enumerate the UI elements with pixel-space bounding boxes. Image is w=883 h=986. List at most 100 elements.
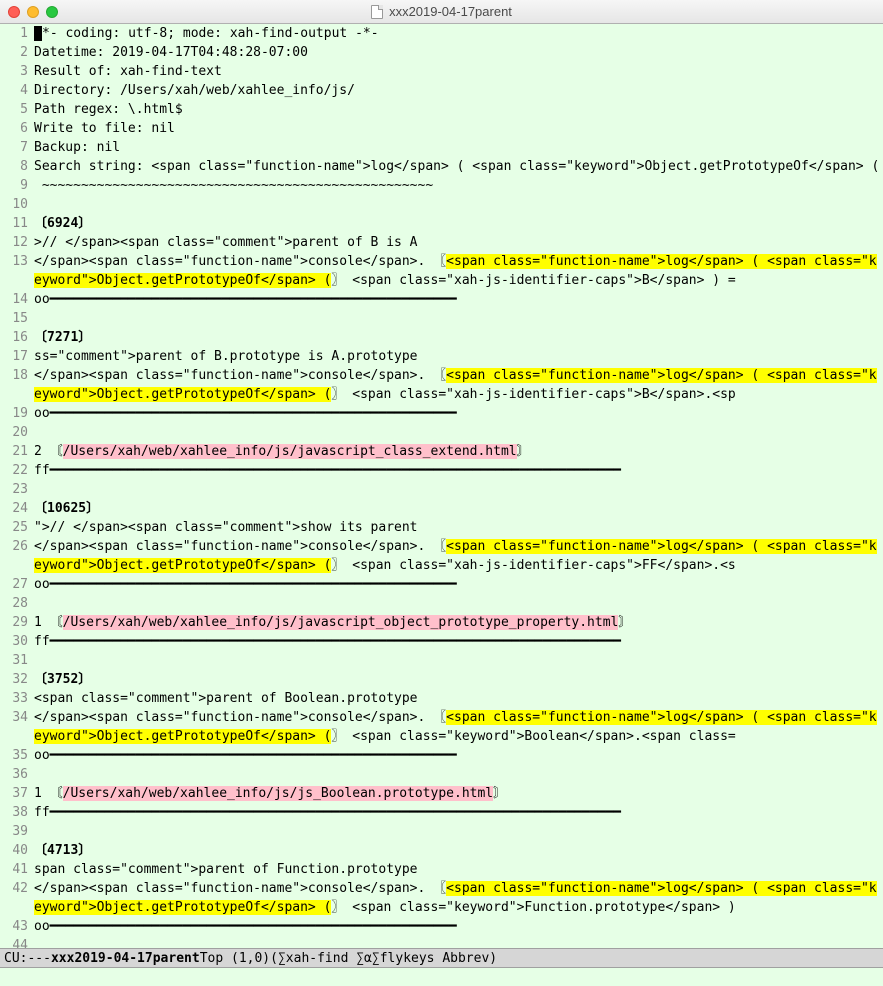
editor-line[interactable]: 9 ~~~~~~~~~~~~~~~~~~~~~~~~~~~~~~~~~~~~~~… — [0, 176, 883, 195]
line-content[interactable] — [34, 936, 883, 948]
line-content[interactable] — [34, 822, 883, 841]
editor-line[interactable]: 35oo━━━━━━━━━━━━━━━━━━━━━━━━━━━━━━━━━━━━… — [0, 746, 883, 765]
line-content[interactable]: 〔7271〕 — [34, 328, 883, 347]
editor-area[interactable]: 1*- coding: utf-8; mode: xah-find-output… — [0, 24, 883, 948]
mode-line[interactable]: CU:--- xxx2019-04-17parent Top (1,0) (∑x… — [0, 948, 883, 968]
minimize-icon[interactable] — [27, 6, 39, 18]
line-content[interactable]: 1 〘/Users/xah/web/xahlee_info/js/js_Bool… — [34, 784, 883, 803]
editor-line[interactable]: 10 — [0, 195, 883, 214]
editor-line[interactable]: 4Directory: /Users/xah/web/xahlee_info/j… — [0, 81, 883, 100]
line-content[interactable]: oo━━━━━━━━━━━━━━━━━━━━━━━━━━━━━━━━━━━━━━… — [34, 575, 883, 594]
line-content[interactable]: 〔10625〕 — [34, 499, 883, 518]
line-content[interactable]: </span><span class="function-name">conso… — [34, 537, 883, 575]
line-content[interactable] — [34, 195, 883, 214]
editor-line[interactable]: 27oo━━━━━━━━━━━━━━━━━━━━━━━━━━━━━━━━━━━━… — [0, 575, 883, 594]
editor-line[interactable]: 24〔10625〕 — [0, 499, 883, 518]
line-content[interactable]: 〔6924〕 — [34, 214, 883, 233]
line-content[interactable]: *- coding: utf-8; mode: xah-find-output … — [34, 24, 883, 43]
line-content[interactable] — [34, 651, 883, 670]
editor-line[interactable]: 26</span><span class="function-name">con… — [0, 537, 883, 575]
editor-line[interactable]: 40〔4713〕 — [0, 841, 883, 860]
editor-line[interactable]: 291 〘/Users/xah/web/xahlee_info/js/javas… — [0, 613, 883, 632]
line-content[interactable]: 〔4713〕 — [34, 841, 883, 860]
line-content[interactable]: 1 〘/Users/xah/web/xahlee_info/js/javascr… — [34, 613, 883, 632]
editor-line[interactable]: 20 — [0, 423, 883, 442]
editor-line[interactable]: 5Path regex: \.html$ — [0, 100, 883, 119]
editor-line[interactable]: 42</span><span class="function-name">con… — [0, 879, 883, 917]
editor-line[interactable]: 16〔7271〕 — [0, 328, 883, 347]
line-content[interactable]: oo━━━━━━━━━━━━━━━━━━━━━━━━━━━━━━━━━━━━━━… — [34, 404, 883, 423]
file-path[interactable]: /Users/xah/web/xahlee_info/js/javascript… — [63, 615, 619, 630]
line-content[interactable]: oo━━━━━━━━━━━━━━━━━━━━━━━━━━━━━━━━━━━━━━… — [34, 746, 883, 765]
line-number: 24 — [0, 499, 34, 518]
line-content[interactable]: Search string: <span class="function-nam… — [34, 157, 883, 176]
editor-line[interactable]: 32〔3752〕 — [0, 670, 883, 689]
editor-line[interactable]: 1*- coding: utf-8; mode: xah-find-output… — [0, 24, 883, 43]
editor-line[interactable]: 41span class="comment">parent of Functio… — [0, 860, 883, 879]
editor-line[interactable]: 43oo━━━━━━━━━━━━━━━━━━━━━━━━━━━━━━━━━━━━… — [0, 917, 883, 936]
editor-line[interactable]: 22ff━━━━━━━━━━━━━━━━━━━━━━━━━━━━━━━━━━━━… — [0, 461, 883, 480]
line-content[interactable]: </span><span class="function-name">conso… — [34, 366, 883, 404]
editor-line[interactable]: 14oo━━━━━━━━━━━━━━━━━━━━━━━━━━━━━━━━━━━━… — [0, 290, 883, 309]
editor-line[interactable]: 28 — [0, 594, 883, 613]
editor-line[interactable]: 6Write to file: nil — [0, 119, 883, 138]
editor-line[interactable]: 12>// </span><span class="comment">paren… — [0, 233, 883, 252]
line-content[interactable]: </span><span class="function-name">conso… — [34, 879, 883, 917]
line-content[interactable]: </span><span class="function-name">conso… — [34, 708, 883, 746]
line-content[interactable]: ff━━━━━━━━━━━━━━━━━━━━━━━━━━━━━━━━━━━━━━… — [34, 803, 883, 822]
line-content[interactable]: 〔3752〕 — [34, 670, 883, 689]
editor-line[interactable]: 17ss="comment">parent of B.prototype is … — [0, 347, 883, 366]
line-content[interactable]: span class="comment">parent of Function.… — [34, 860, 883, 879]
editor-line[interactable]: 44 — [0, 936, 883, 948]
line-content[interactable]: Write to file: nil — [34, 119, 883, 138]
line-content[interactable]: Datetime: 2019-04-17T04:48:28-07:00 — [34, 43, 883, 62]
line-number: 19 — [0, 404, 34, 423]
editor-line[interactable]: 38ff━━━━━━━━━━━━━━━━━━━━━━━━━━━━━━━━━━━━… — [0, 803, 883, 822]
line-content[interactable] — [34, 594, 883, 613]
editor-line[interactable]: 8Search string: <span class="function-na… — [0, 157, 883, 176]
editor-line[interactable]: 30ff━━━━━━━━━━━━━━━━━━━━━━━━━━━━━━━━━━━━… — [0, 632, 883, 651]
file-path[interactable]: /Users/xah/web/xahlee_info/js/js_Boolean… — [63, 786, 493, 801]
editor-line[interactable]: 19oo━━━━━━━━━━━━━━━━━━━━━━━━━━━━━━━━━━━━… — [0, 404, 883, 423]
line-content[interactable]: Backup: nil — [34, 138, 883, 157]
editor-line[interactable]: 39 — [0, 822, 883, 841]
line-content[interactable]: ~~~~~~~~~~~~~~~~~~~~~~~~~~~~~~~~~~~~~~~~… — [34, 176, 883, 195]
editor-line[interactable]: 18</span><span class="function-name">con… — [0, 366, 883, 404]
minibuffer[interactable] — [0, 968, 883, 986]
line-content[interactable]: oo━━━━━━━━━━━━━━━━━━━━━━━━━━━━━━━━━━━━━━… — [34, 290, 883, 309]
editor-line[interactable]: 3Result of: xah-find-text — [0, 62, 883, 81]
line-content[interactable]: ss="comment">parent of B.prototype is A.… — [34, 347, 883, 366]
line-content[interactable] — [34, 309, 883, 328]
line-content[interactable] — [34, 423, 883, 442]
zoom-icon[interactable] — [46, 6, 58, 18]
line-content[interactable]: </span><span class="function-name">conso… — [34, 252, 883, 290]
line-content[interactable]: >// </span><span class="comment">parent … — [34, 233, 883, 252]
line-content[interactable]: 2 〘/Users/xah/web/xahlee_info/js/javascr… — [34, 442, 883, 461]
editor-line[interactable]: 34</span><span class="function-name">con… — [0, 708, 883, 746]
editor-line[interactable]: 371 〘/Users/xah/web/xahlee_info/js/js_Bo… — [0, 784, 883, 803]
editor-line[interactable]: 7Backup: nil — [0, 138, 883, 157]
editor-line[interactable]: 13</span><span class="function-name">con… — [0, 252, 883, 290]
line-content[interactable] — [34, 480, 883, 499]
editor-line[interactable]: 25">// </span><span class="comment">show… — [0, 518, 883, 537]
text: *- coding: utf-8; mode: xah-find-output … — [42, 26, 379, 41]
editor-line[interactable]: 23 — [0, 480, 883, 499]
line-content[interactable]: ff━━━━━━━━━━━━━━━━━━━━━━━━━━━━━━━━━━━━━━… — [34, 461, 883, 480]
editor-line[interactable]: 15 — [0, 309, 883, 328]
editor-line[interactable]: 31 — [0, 651, 883, 670]
line-content[interactable]: Result of: xah-find-text — [34, 62, 883, 81]
line-content[interactable]: Path regex: \.html$ — [34, 100, 883, 119]
line-content[interactable]: oo━━━━━━━━━━━━━━━━━━━━━━━━━━━━━━━━━━━━━━… — [34, 917, 883, 936]
editor-line[interactable]: 212 〘/Users/xah/web/xahlee_info/js/javas… — [0, 442, 883, 461]
line-content[interactable]: ">// </span><span class="comment">show i… — [34, 518, 883, 537]
close-icon[interactable] — [8, 6, 20, 18]
line-content[interactable]: Directory: /Users/xah/web/xahlee_info/js… — [34, 81, 883, 100]
line-content[interactable]: ff━━━━━━━━━━━━━━━━━━━━━━━━━━━━━━━━━━━━━━… — [34, 632, 883, 651]
file-path[interactable]: /Users/xah/web/xahlee_info/js/javascript… — [63, 444, 517, 459]
editor-line[interactable]: 36 — [0, 765, 883, 784]
editor-line[interactable]: 11〔6924〕 — [0, 214, 883, 233]
editor-line[interactable]: 2Datetime: 2019-04-17T04:48:28-07:00 — [0, 43, 883, 62]
line-content[interactable]: <span class="comment">parent of Boolean.… — [34, 689, 883, 708]
line-content[interactable] — [34, 765, 883, 784]
editor-line[interactable]: 33<span class="comment">parent of Boolea… — [0, 689, 883, 708]
